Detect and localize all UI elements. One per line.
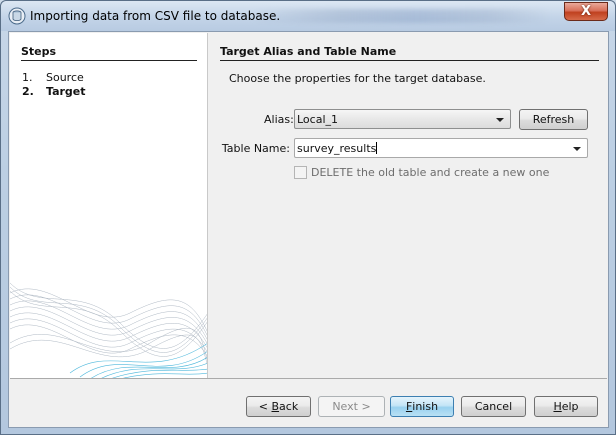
finish-button[interactable]: Finish bbox=[390, 396, 454, 417]
back-button[interactable]: < Back bbox=[246, 396, 311, 417]
delete-table-label: DELETE the old table and create a new on… bbox=[311, 166, 550, 179]
dialog-window: Importing data from CSV file to database… bbox=[0, 0, 616, 435]
back-prefix: < bbox=[258, 400, 272, 413]
help-button[interactable]: Help bbox=[534, 396, 598, 417]
step-label: Target bbox=[46, 85, 86, 98]
wizard-content: Target Alias and Table Name Choose the p… bbox=[220, 33, 600, 378]
chevron-down-icon bbox=[573, 147, 581, 151]
back-rest: ack bbox=[279, 400, 299, 413]
wizard-client-area: Steps 1. Source 2. Target Target Alias a… bbox=[8, 31, 609, 428]
table-name-combo[interactable]: survey_results bbox=[294, 138, 588, 158]
close-icon: X bbox=[580, 4, 592, 19]
page-description: Choose the properties for the target dat… bbox=[229, 72, 486, 85]
close-button[interactable]: X bbox=[564, 2, 608, 21]
database-icon bbox=[8, 7, 26, 25]
finish-rest: inish bbox=[412, 400, 439, 413]
step-label: Source bbox=[46, 71, 84, 84]
refresh-button[interactable]: Refresh bbox=[519, 109, 588, 130]
alias-label: Alias: bbox=[264, 113, 294, 126]
help-accel: H bbox=[553, 400, 562, 413]
step-number: 2. bbox=[22, 85, 34, 98]
step-source: 1. Source bbox=[22, 71, 84, 84]
decorative-waves-image bbox=[10, 282, 207, 378]
back-accel: B bbox=[271, 400, 280, 413]
steps-panel: Steps 1. Source 2. Target bbox=[10, 33, 208, 378]
alias-select[interactable]: Local_1 bbox=[294, 109, 511, 129]
steps-divider bbox=[21, 60, 197, 61]
next-button[interactable]: Next > bbox=[318, 396, 385, 417]
table-name-label: Table Name: bbox=[221, 142, 290, 155]
alias-value: Local_1 bbox=[297, 113, 339, 126]
table-name-value: survey_results bbox=[297, 142, 377, 155]
step-target: 2. Target bbox=[22, 85, 86, 98]
delete-table-checkbox[interactable] bbox=[294, 166, 307, 179]
title-divider bbox=[220, 60, 599, 61]
help-rest: elp bbox=[561, 400, 579, 413]
footer-divider bbox=[10, 378, 607, 379]
text-caret bbox=[376, 142, 378, 154]
window-title: Importing data from CSV file to database… bbox=[30, 9, 281, 23]
steps-title: Steps bbox=[21, 45, 57, 58]
step-number: 1. bbox=[22, 71, 33, 84]
chevron-down-icon bbox=[496, 118, 504, 122]
title-bar[interactable]: Importing data from CSV file to database… bbox=[1, 1, 615, 31]
cancel-button[interactable]: Cancel bbox=[461, 396, 526, 417]
page-title: Target Alias and Table Name bbox=[220, 45, 397, 58]
title-bar-glass bbox=[251, 9, 551, 23]
